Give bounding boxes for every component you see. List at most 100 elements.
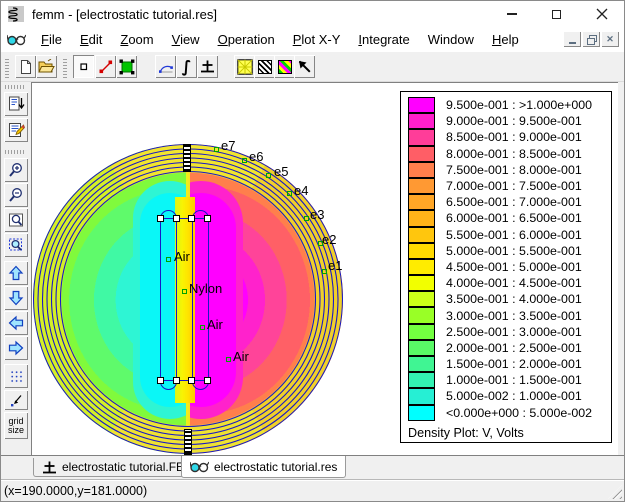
menu-view[interactable]: View: [163, 27, 209, 52]
tab-electrostatic-tutorial-res[interactable]: electrostatic tutorial.res: [181, 456, 346, 478]
node-handle[interactable]: [157, 215, 164, 222]
zoom-out-button[interactable]: [4, 183, 28, 207]
legend-range: <0.000e+000 : 5.000e-002: [446, 406, 592, 420]
toolbar-drag-handle[interactable]: [5, 57, 9, 78]
block-select-mode-button[interactable]: [116, 55, 137, 78]
integral-icon: ∫: [182, 59, 192, 75]
node-handle[interactable]: [188, 377, 195, 384]
pan-right-button[interactable]: [4, 336, 28, 360]
new-document-icon: [18, 59, 34, 75]
show-grid-button[interactable]: [4, 364, 28, 388]
grid-size-button[interactable]: grid size: [4, 412, 28, 439]
line-integral-button[interactable]: ∫: [176, 55, 197, 78]
arc-plot-button[interactable]: [155, 55, 176, 78]
node-handle[interactable]: [173, 377, 180, 384]
minimize-button[interactable]: [489, 1, 534, 27]
point-values-mode-button[interactable]: [73, 55, 94, 78]
selected-segment-marker-top[interactable]: [183, 144, 191, 172]
block-marker-air[interactable]: [166, 257, 171, 262]
node-marker-e3[interactable]: [304, 216, 309, 221]
show-mesh-button[interactable]: [234, 55, 255, 78]
menu-window[interactable]: Window: [419, 27, 483, 52]
capacitor-icon: [42, 460, 57, 475]
close-button[interactable]: [579, 1, 624, 27]
contour-mode-button[interactable]: [95, 55, 116, 78]
menu-plot-x-y[interactable]: Plot X-Y: [284, 27, 350, 52]
node-marker-e1[interactable]: [322, 269, 327, 274]
zoom-extents-button[interactable]: [4, 208, 28, 232]
node-handle[interactable]: [157, 377, 164, 384]
block-label-air: Air: [233, 350, 249, 363]
pan-left-button[interactable]: [4, 311, 28, 335]
legend-swatch: [408, 227, 435, 243]
plate-bottom-connector-line: [159, 380, 209, 381]
left-plate-outline[interactable]: [160, 210, 177, 390]
pan-down-button[interactable]: [4, 286, 28, 310]
legend-row: 2.000e-001 : 2.500e-001: [408, 340, 611, 356]
open-file-button[interactable]: [36, 55, 57, 78]
node-label-e5: e5: [274, 165, 288, 178]
show-density-plot-button[interactable]: [254, 55, 275, 78]
legend-range: 8.000e-001 : 8.500e-001: [446, 147, 582, 161]
mdi-close-button[interactable]: ✕: [601, 31, 619, 47]
zoom-in-icon: [8, 162, 24, 178]
legend-swatch: [408, 113, 435, 129]
menu-zoom[interactable]: Zoom: [111, 27, 162, 52]
node-marker-e7[interactable]: [214, 147, 219, 152]
node-handle[interactable]: [204, 215, 211, 222]
legend-row: 4.500e-001 : 5.000e-001: [408, 259, 611, 275]
tab-label: electrostatic tutorial.FEE: [62, 460, 192, 474]
zoom-in-button[interactable]: [4, 158, 28, 182]
node-marker-e5[interactable]: [266, 173, 271, 178]
menu-integrate[interactable]: Integrate: [349, 27, 418, 52]
palette-drag-handle[interactable]: [5, 150, 26, 154]
menu-help[interactable]: Help: [483, 27, 528, 52]
legend-row: 7.000e-001 : 7.500e-001: [408, 178, 611, 194]
zoom-window-button[interactable]: [4, 233, 28, 257]
node-marker-e6[interactable]: [242, 158, 247, 163]
node-handle[interactable]: [188, 215, 195, 222]
edit-note-button[interactable]: [4, 118, 28, 142]
mdi-minimize-button[interactable]: [563, 31, 581, 47]
toolbar-drag-handle[interactable]: [63, 57, 67, 78]
zoom-out-icon: [8, 187, 24, 203]
legend-range: 3.500e-001 : 4.000e-001: [446, 292, 582, 306]
point-list-button[interactable]: [4, 92, 28, 116]
grid-size-label: grid size: [4, 417, 28, 435]
maximize-button[interactable]: [534, 1, 579, 27]
mdi-restore-button[interactable]: [582, 31, 600, 47]
mdi-restore-icon: [587, 35, 596, 43]
menu-file[interactable]: File: [32, 27, 71, 52]
pointer-mode-button[interactable]: [294, 55, 315, 78]
legend-range: 2.000e-001 : 2.500e-001: [446, 341, 582, 355]
density-plot-options-button[interactable]: [274, 55, 295, 78]
node-label-e3: e3: [310, 208, 324, 221]
legend-range: 8.500e-001 : 9.000e-001: [446, 130, 582, 144]
arc-icon: [158, 59, 174, 75]
menu-edit[interactable]: Edit: [71, 27, 111, 52]
legend-range: 3.000e-001 : 3.500e-001: [446, 309, 582, 323]
legend-range: 9.000e-001 : 9.500e-001: [446, 114, 582, 128]
new-file-button[interactable]: [15, 55, 36, 78]
block-label-nylon: Nylon: [189, 282, 222, 295]
legend-swatch: [408, 388, 435, 404]
node-marker-e4[interactable]: [287, 191, 292, 196]
plate-top-connector-line: [159, 218, 209, 219]
block-label-air: Air: [207, 318, 223, 331]
circuit-properties-button[interactable]: [197, 55, 218, 78]
menu-operation[interactable]: Operation: [209, 27, 284, 52]
block-marker-nylon[interactable]: [182, 289, 187, 294]
node-handle[interactable]: [204, 377, 211, 384]
snap-to-grid-button[interactable]: [4, 390, 28, 410]
right-plate-outline[interactable]: [192, 210, 209, 390]
pan-up-button[interactable]: [4, 261, 28, 285]
node-handle[interactable]: [173, 215, 180, 222]
legend-row: 7.500e-001 : 8.000e-001: [408, 162, 611, 178]
block-marker-air[interactable]: [200, 325, 205, 330]
legend-row: 1.000e-001 : 1.500e-001: [408, 372, 611, 388]
block-marker-air[interactable]: [226, 357, 231, 362]
palette-drag-handle[interactable]: [5, 85, 26, 89]
client-area[interactable]: AirNylonAirAire1e2e3e4e5e6e7 9.500e-001 …: [31, 82, 618, 455]
tab-electrostatic-tutorial-fee[interactable]: electrostatic tutorial.FEE: [33, 458, 201, 477]
resize-grip[interactable]: [608, 485, 622, 499]
